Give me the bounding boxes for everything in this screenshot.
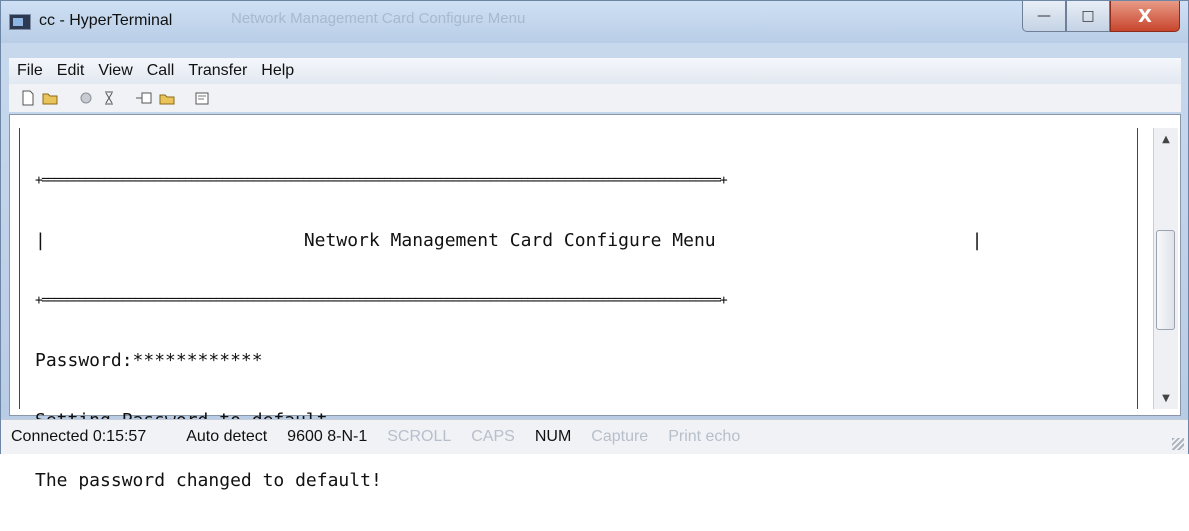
status-bar: Connected 0:15:57 Auto detect 9600 8-N-1…: [1, 419, 1188, 454]
terminal-menu-title: Network Management Card Configure Menu: [303, 230, 716, 251]
terminal-line: The password changed to default!: [35, 470, 382, 491]
dial-icon[interactable]: [100, 89, 118, 107]
maximize-icon: □: [1081, 8, 1095, 24]
scroll-down-icon: ▼: [1162, 392, 1170, 404]
minimize-button[interactable]: —: [1022, 1, 1066, 32]
menu-bar: File Edit View Call Transfer Help: [9, 58, 1181, 84]
terminal-line: Password:************: [35, 350, 263, 371]
receive-icon[interactable]: [158, 89, 176, 107]
menu-file[interactable]: File: [17, 62, 43, 80]
hyperterminal-window: cc - HyperTerminal Network Management Ca…: [0, 0, 1189, 491]
vertical-scrollbar[interactable]: ▲ ▼: [1153, 128, 1178, 409]
open-icon[interactable]: [42, 89, 60, 107]
status-print-echo: Print echo: [668, 428, 741, 445]
hyperterminal-app-icon[interactable]: [9, 14, 31, 30]
status-settings: 9600 8-N-1: [287, 428, 368, 445]
maximize-button[interactable]: □: [1066, 1, 1110, 32]
terminal-rule-top: +=======================================…: [35, 173, 728, 188]
terminal-rule-bottom: +=======================================…: [35, 293, 728, 308]
background-window-title: Network Management Card Configure Menu: [231, 10, 526, 27]
close-icon: X: [1138, 5, 1152, 27]
close-button[interactable]: X: [1110, 1, 1180, 32]
scroll-up-button[interactable]: ▲: [1154, 128, 1178, 150]
menu-help[interactable]: Help: [261, 62, 294, 80]
menu-call[interactable]: Call: [147, 62, 175, 80]
resize-grip-icon[interactable]: [1172, 438, 1184, 450]
new-icon[interactable]: [19, 89, 37, 107]
terminal-header-right: |: [971, 230, 983, 251]
caption-buttons: — □ X: [1022, 1, 1180, 33]
disconnect-icon[interactable]: [77, 89, 95, 107]
minimize-icon: —: [1037, 8, 1051, 24]
menu-view[interactable]: View: [98, 62, 132, 80]
status-num: NUM: [534, 428, 572, 445]
status-scroll: SCROLL: [387, 428, 452, 445]
scroll-up-icon: ▲: [1162, 133, 1170, 145]
terminal-header-row: | Network Management Card Configure Menu |: [35, 231, 1135, 251]
scrollbar-thumb[interactable]: [1156, 230, 1175, 330]
send-icon[interactable]: [135, 89, 153, 107]
menu-edit[interactable]: Edit: [57, 62, 85, 80]
window-title: cc - HyperTerminal: [39, 12, 173, 29]
status-capture: Capture: [591, 428, 649, 445]
terminal-screen[interactable]: +=======================================…: [35, 131, 1135, 491]
menu-transfer[interactable]: Transfer: [188, 62, 247, 80]
terminal-header-left: |: [35, 230, 46, 251]
status-caps: CAPS: [471, 428, 515, 445]
status-connected: Connected 0:15:57: [11, 428, 147, 445]
scroll-down-button[interactable]: ▼: [1154, 387, 1178, 409]
status-detect: Auto detect: [186, 428, 268, 445]
title-bar[interactable]: cc - HyperTerminal Network Management Ca…: [1, 1, 1188, 43]
properties-icon[interactable]: [193, 89, 211, 107]
toolbar: [9, 84, 1181, 112]
